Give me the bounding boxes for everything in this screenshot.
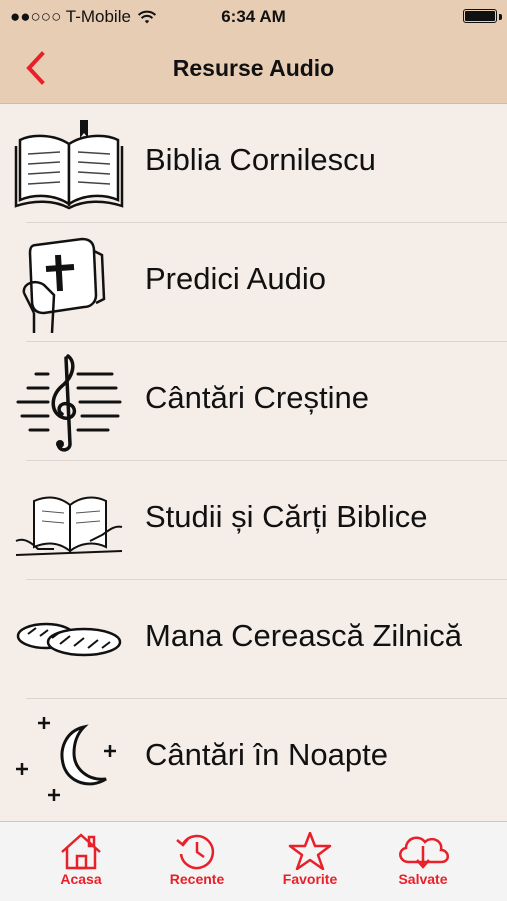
cloud-download-icon [399, 836, 449, 869]
resource-list: Biblia Cornilescu Predici Audio Cântări … [0, 104, 507, 818]
history-clock-icon [176, 834, 215, 870]
status-time: 6:34 AM [221, 7, 286, 26]
star-icon [288, 832, 332, 870]
tab-recente[interactable]: Recente [142, 828, 252, 898]
tab-favorite[interactable]: Favorite [255, 828, 365, 898]
list-item-studii-carti[interactable]: Studii și Cărți Biblice [0, 461, 507, 580]
list-item-label: Mana Cerească Zilnică [145, 618, 463, 653]
moon-stars-icon [16, 717, 116, 801]
list-item-biblia-cornilescu[interactable]: Biblia Cornilescu [0, 104, 507, 223]
treble-clef-icon [16, 354, 122, 452]
reading-book-icon [15, 496, 123, 556]
hand-holding-bible-icon [22, 237, 106, 333]
list-item-label: Studii și Cărți Biblice [145, 499, 428, 534]
tab-salvate[interactable]: Salvate [368, 828, 478, 898]
bread-loaves-icon [16, 622, 122, 657]
tab-acasa[interactable]: Acasa [26, 828, 136, 898]
list-item-cantari-noapte[interactable]: Cântări în Noapte [0, 699, 507, 818]
battery-tip [499, 14, 502, 20]
list-item-label: Cântări Creștine [145, 380, 369, 415]
list-item-label: Cântări în Noapte [145, 737, 388, 772]
home-icon [61, 833, 101, 870]
list-item-predici-audio[interactable]: Predici Audio [0, 223, 507, 342]
page-title: Resurse Audio [172, 55, 335, 81]
list-item-cantari-crestine[interactable]: Cântări Creștine [0, 342, 507, 461]
tab-label: Recente [169, 871, 225, 887]
battery-icon [463, 9, 497, 23]
tab-label: Acasa [60, 871, 102, 887]
list-item-label: Biblia Cornilescu [145, 142, 376, 177]
tab-label: Favorite [282, 871, 338, 887]
open-bible-icon [14, 120, 124, 210]
nav-header: ●●○○○ T-Mobile 6:34 AM Resurse Audio [0, 0, 507, 104]
status-bar: ●●○○○ T-Mobile 6:34 AM [0, 0, 507, 34]
list-item-label: Predici Audio [145, 261, 326, 296]
list-item-mana-cereasca[interactable]: Mana Cerească Zilnică [0, 580, 507, 699]
tab-bar: Acasa Recente Favorite Salvate [0, 821, 507, 901]
tab-label: Salvate [398, 871, 448, 887]
